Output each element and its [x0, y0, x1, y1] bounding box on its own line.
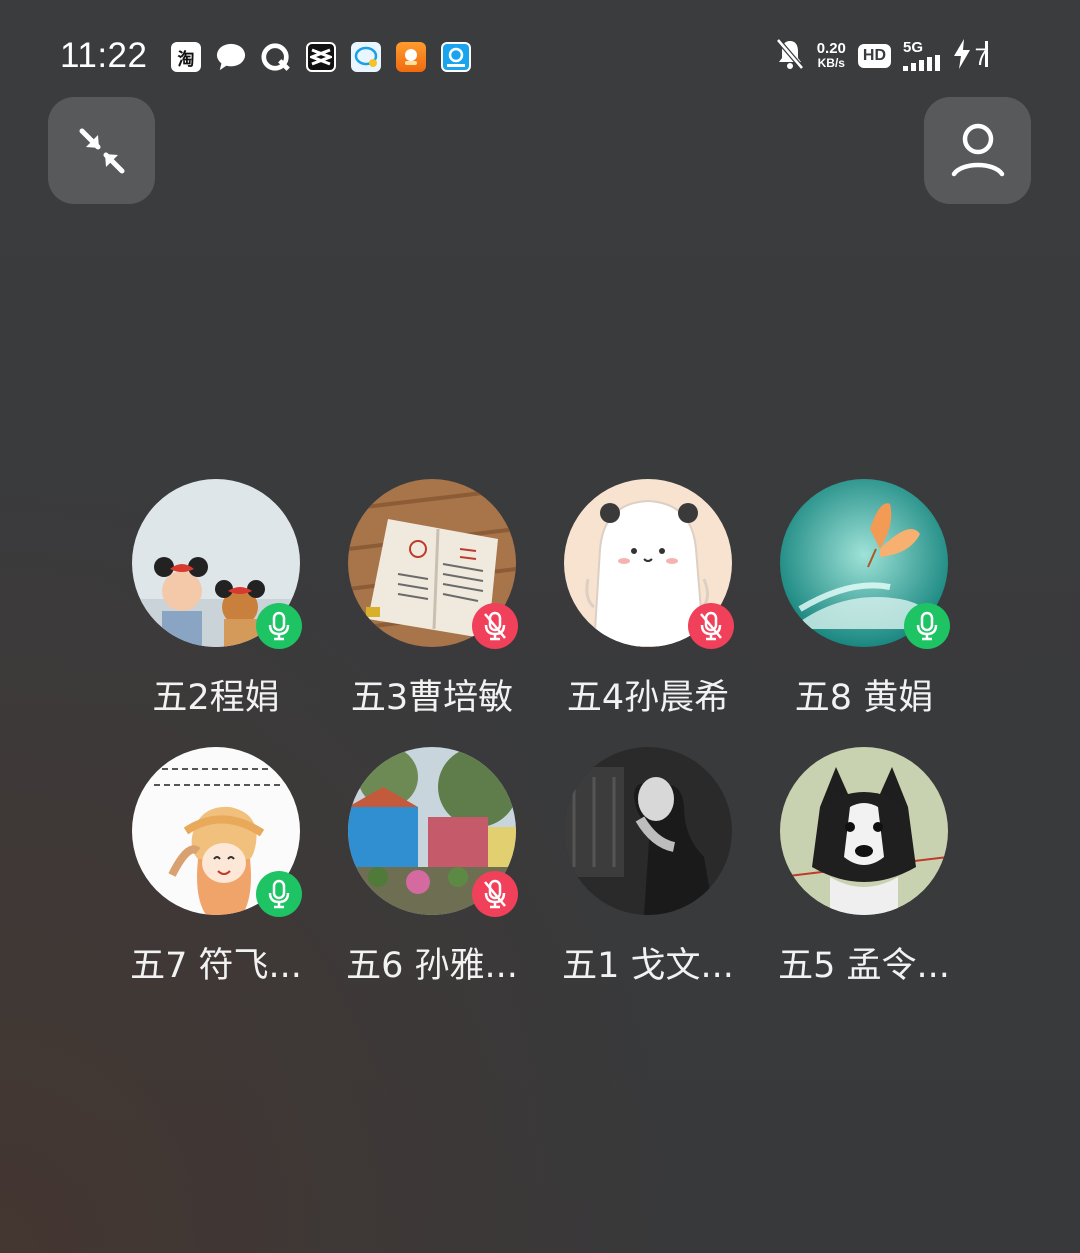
- network-speed: 0.20 KB/s: [816, 40, 846, 70]
- system-icons: 0.20 KB/s HD 5G: [775, 38, 990, 74]
- status-bar: 11:22 淘 0.20 KB/s HD 5G 7: [0, 30, 1080, 86]
- avatar: [780, 747, 948, 915]
- message-app-icon: [351, 42, 381, 72]
- participant-name: 五3曹培敏: [350, 678, 514, 718]
- signal-bars-icon: [903, 55, 940, 71]
- blue-app-icon: [441, 42, 471, 72]
- participant-name: 五5 孟令...: [778, 946, 950, 986]
- signal-indicator: 5G: [903, 40, 940, 71]
- mic-muted-icon: [472, 603, 518, 649]
- participant-name: 五1 戈文...: [562, 946, 734, 986]
- participant-name: 五6 孙雅...: [346, 946, 518, 986]
- capcut-icon: [306, 42, 336, 72]
- q-app-icon: [261, 42, 291, 72]
- avatar: [564, 747, 732, 915]
- minimize-call-button[interactable]: [48, 97, 155, 204]
- notification-icons: 淘: [171, 42, 471, 72]
- battery-level: 7: [974, 44, 988, 71]
- charging-bolt-icon: [952, 38, 972, 74]
- collapse-arrows-icon: [79, 128, 124, 173]
- chat-bubble-icon: [216, 42, 246, 72]
- taobao-icon: 淘: [171, 42, 201, 72]
- mic-on-icon: [256, 871, 302, 917]
- orange-app-icon: [396, 42, 426, 72]
- participant-name: 五2程娟: [152, 678, 280, 718]
- mic-on-icon: [256, 603, 302, 649]
- person-icon: [951, 123, 1004, 176]
- bell-muted-icon: [775, 38, 805, 74]
- mic-muted-icon: [688, 603, 734, 649]
- mic-muted-icon: [472, 871, 518, 917]
- mic-on-icon: [904, 603, 950, 649]
- participant-name: 五8 黄娟: [794, 678, 934, 718]
- participant-name: 五4孙晨希: [566, 678, 730, 718]
- group-voice-call-screen: 11:22 淘 0.20 KB/s HD 5G 7 五2程娟 五3曹培敏 五4孙…: [0, 0, 1080, 1253]
- status-time: 11:22: [60, 36, 148, 75]
- hd-voice-badge: HD: [857, 44, 891, 68]
- participant-name: 五7 符飞...: [130, 946, 302, 986]
- add-member-button[interactable]: [924, 97, 1031, 204]
